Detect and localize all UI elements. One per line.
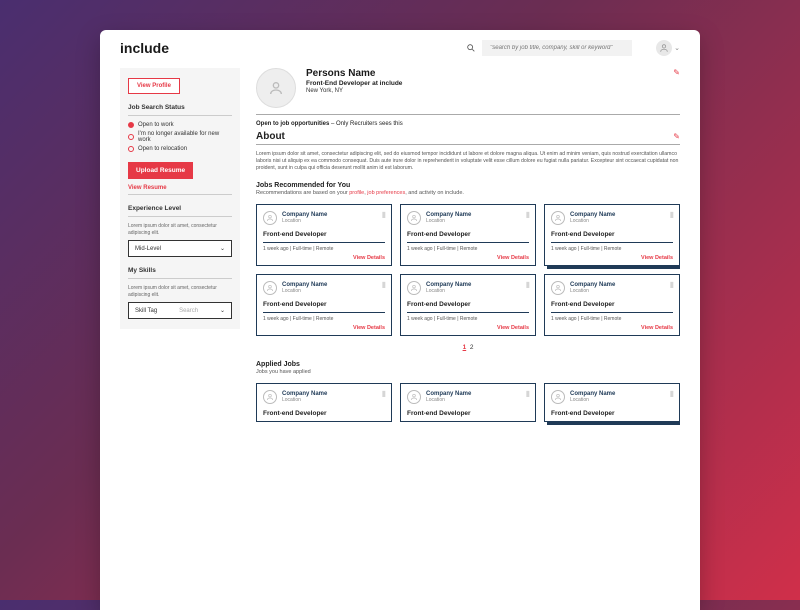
company-avatar <box>263 211 277 225</box>
status-option[interactable]: Open to work <box>128 122 232 128</box>
user-icon <box>554 284 562 292</box>
view-resume-link[interactable]: View Resume <box>128 185 232 191</box>
profile-title: Front-End Developer at include <box>306 80 402 87</box>
applied-grid: ▮Company NameLocationFront-end Developer… <box>256 383 680 422</box>
chevron-down-icon: ⌄ <box>220 307 225 314</box>
preferences-link[interactable]: job preferences <box>367 190 405 196</box>
page-2[interactable]: 2 <box>470 344 474 351</box>
view-details-link[interactable]: View Details <box>551 255 673 261</box>
app-window: include ⌄ View Profile Job Search Status… <box>100 30 700 610</box>
chevron-down-icon: ⌄ <box>220 245 225 252</box>
view-profile-button[interactable]: View Profile <box>128 78 180 94</box>
view-details-link[interactable]: View Details <box>551 325 673 331</box>
radio-icon <box>128 146 134 152</box>
skills-select[interactable]: Skill Tag Search ⌄ <box>128 302 232 319</box>
applied-heading: Applied Jobs <box>256 361 680 368</box>
experience-label: Experience Level <box>128 205 232 212</box>
upload-resume-button[interactable]: Upload Resume <box>128 162 193 179</box>
bookmark-icon[interactable]: ▮ <box>670 280 674 289</box>
main-content: Persons Name Front-End Developer at incl… <box>256 68 680 610</box>
company-avatar <box>263 390 277 404</box>
user-icon <box>266 393 274 401</box>
job-card[interactable]: ▮Company NameLocationFront-end Developer <box>400 383 536 422</box>
company-avatar <box>407 390 421 404</box>
status-option[interactable]: Open to relocation <box>128 146 232 152</box>
bookmark-icon[interactable]: ▮ <box>670 210 674 219</box>
bookmark-icon[interactable]: ▮ <box>670 389 674 398</box>
bookmark-icon[interactable]: ▮ <box>526 389 530 398</box>
about-header: About ✎ <box>256 131 680 142</box>
profile-header: Persons Name Front-End Developer at incl… <box>256 68 680 108</box>
company-avatar <box>551 281 565 295</box>
recs-grid: ▮Company NameLocationFront-end Developer… <box>256 204 680 336</box>
open-status-line: Open to job opportunities – Only Recruit… <box>256 121 680 127</box>
recs-subtext: Recommendations are based on your profil… <box>256 190 680 196</box>
recs-heading: Jobs Recommended for You <box>256 182 680 189</box>
job-card[interactable]: ▮Company NameLocationFront-end Developer… <box>400 274 536 336</box>
company-avatar <box>407 211 421 225</box>
page-1[interactable]: 1 <box>463 344 467 351</box>
user-icon <box>410 284 418 292</box>
user-icon <box>268 80 284 96</box>
about-text: Lorem ipsum dolor sit amet, consectetur … <box>256 151 680 172</box>
job-card[interactable]: ▮Company NameLocationFront-end Developer… <box>400 204 536 266</box>
view-details-link[interactable]: View Details <box>263 325 385 331</box>
user-icon <box>410 214 418 222</box>
bookmark-icon[interactable]: ▮ <box>382 389 386 398</box>
user-icon <box>410 393 418 401</box>
view-details-link[interactable]: View Details <box>407 255 529 261</box>
experience-hint: Lorem ipsum dolor sit amet, consectetur … <box>128 223 232 236</box>
company-avatar <box>407 281 421 295</box>
search-icon <box>466 43 476 53</box>
profile-name: Persons Name <box>306 68 402 79</box>
job-card[interactable]: ▮Company NameLocationFront-end Developer <box>256 383 392 422</box>
view-details-link[interactable]: View Details <box>407 325 529 331</box>
view-details-link[interactable]: View Details <box>263 255 385 261</box>
pagination: 1 2 <box>256 344 680 351</box>
bookmark-icon[interactable]: ▮ <box>382 210 386 219</box>
search-wrap <box>466 40 632 56</box>
job-card[interactable]: ▮Company NameLocationFront-end Developer… <box>256 274 392 336</box>
about-heading: About <box>256 131 285 142</box>
radio-icon <box>128 122 134 128</box>
skills-hint: Lorem ipsum dolor sit amet, consectetur … <box>128 285 232 298</box>
account-avatar-button[interactable] <box>656 40 672 56</box>
job-card[interactable]: ▮Company NameLocationFront-end Developer <box>544 383 680 422</box>
bookmark-icon[interactable]: ▮ <box>526 210 530 219</box>
bookmark-icon[interactable]: ▮ <box>382 280 386 289</box>
status-label: Job Search Status <box>128 104 232 111</box>
company-avatar <box>263 281 277 295</box>
applied-subtext: Jobs you have applied <box>256 369 680 375</box>
skills-label: My Skills <box>128 267 232 274</box>
user-icon <box>266 284 274 292</box>
user-icon <box>554 393 562 401</box>
job-card[interactable]: ▮Company NameLocationFront-end Developer… <box>544 204 680 266</box>
job-card[interactable]: ▮Company NameLocationFront-end Developer… <box>544 274 680 336</box>
edit-icon[interactable]: ✎ <box>673 132 680 141</box>
edit-icon[interactable]: ✎ <box>673 68 680 77</box>
status-option[interactable]: I'm no longer available for new work <box>128 131 232 143</box>
company-avatar <box>551 211 565 225</box>
chevron-down-icon: ⌄ <box>674 44 680 52</box>
company-avatar <box>551 390 565 404</box>
search-input[interactable] <box>482 40 632 56</box>
brand-logo: include <box>120 40 169 56</box>
radio-icon <box>128 134 134 140</box>
topbar: include ⌄ <box>100 30 700 62</box>
user-icon <box>659 43 669 53</box>
user-icon <box>266 214 274 222</box>
profile-link[interactable]: profile <box>349 190 364 196</box>
profile-location: New York, NY <box>306 88 402 94</box>
bookmark-icon[interactable]: ▮ <box>526 280 530 289</box>
sidebar: View Profile Job Search Status Open to w… <box>120 68 240 329</box>
profile-avatar <box>256 68 296 108</box>
user-icon <box>554 214 562 222</box>
job-card[interactable]: ▮Company NameLocationFront-end Developer… <box>256 204 392 266</box>
experience-select[interactable]: Mid-Level⌄ <box>128 240 232 257</box>
